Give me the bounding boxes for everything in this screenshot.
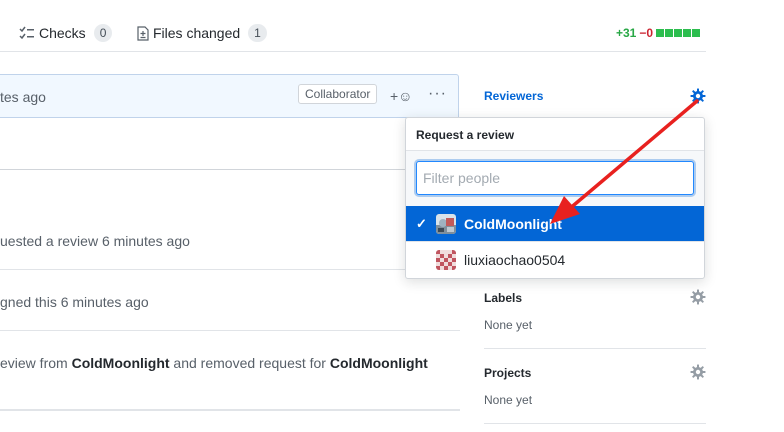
sidebar-divider bbox=[484, 423, 706, 424]
user-link[interactable]: ColdMoonlight bbox=[72, 355, 170, 371]
tab-files-count: 1 bbox=[248, 24, 267, 42]
reviewer-option-liuxiaochao0504[interactable]: liuxiaochao0504 bbox=[406, 242, 704, 277]
reviewers-heading[interactable]: Reviewers bbox=[484, 89, 543, 103]
reviewers-gear-icon[interactable] bbox=[690, 88, 706, 104]
comment-timestamp[interactable]: tes ago bbox=[0, 89, 46, 105]
timeline-end-divider bbox=[0, 409, 460, 411]
add-reaction-icon[interactable]: +☺ bbox=[390, 88, 412, 104]
avatar bbox=[436, 249, 456, 270]
timeline-divider bbox=[0, 330, 460, 331]
timeline-review-removed: eview from ColdMoonlight and removed req… bbox=[0, 355, 428, 371]
projects-heading[interactable]: Projects bbox=[484, 366, 531, 380]
timeline-text: and removed request for bbox=[169, 355, 330, 371]
labels-gear-icon[interactable] bbox=[690, 289, 706, 305]
labels-heading[interactable]: Labels bbox=[484, 291, 522, 305]
check-icon: ✓ bbox=[416, 215, 427, 231]
tab-checks[interactable]: Checks 0 bbox=[19, 24, 113, 42]
comment-header: tes ago Collaborator +☺ ··· bbox=[0, 74, 459, 118]
reviewer-option-coldmoonlight[interactable]: ✓ ColdMoonlight bbox=[406, 206, 704, 241]
tab-files-changed[interactable]: Files changed 1 bbox=[137, 24, 267, 42]
timeline-divider bbox=[0, 269, 460, 270]
diffstat-blocks bbox=[656, 29, 701, 37]
reviewer-name: liuxiaochao0504 bbox=[464, 251, 566, 268]
user-link[interactable]: ColdMoonlight bbox=[330, 355, 428, 371]
timeline-assigned: gned this 6 minutes ago bbox=[0, 294, 149, 310]
reviewer-name: ColdMoonlight bbox=[464, 215, 562, 232]
avatar bbox=[436, 213, 456, 234]
tab-checks-label: Checks bbox=[39, 25, 86, 41]
labels-value: None yet bbox=[484, 318, 533, 332]
diff-deletions: −0 bbox=[639, 26, 654, 40]
filter-people-input[interactable] bbox=[416, 161, 694, 195]
request-review-dropdown: Request a review ✓ ColdMoonlight bbox=[405, 117, 705, 279]
dropdown-title: Request a review bbox=[416, 128, 515, 142]
pr-tabs-bar: Checks 0 Files changed 1 +31 −0 bbox=[0, 0, 706, 52]
sidebar-divider bbox=[484, 348, 706, 349]
tab-files-label: Files changed bbox=[153, 25, 241, 41]
projects-value: None yet bbox=[484, 393, 533, 407]
projects-gear-icon[interactable] bbox=[690, 364, 706, 380]
diffstat: +31 −0 bbox=[616, 26, 701, 40]
checklist-icon bbox=[19, 26, 34, 40]
timeline-review-requested: uested a review 6 minutes ago bbox=[0, 233, 190, 249]
tab-checks-count: 0 bbox=[93, 24, 113, 42]
file-diff-icon bbox=[137, 25, 149, 41]
more-options-icon[interactable]: ··· bbox=[428, 85, 447, 103]
collaborator-badge: Collaborator bbox=[298, 84, 378, 104]
comment-body bbox=[0, 117, 459, 170]
diff-additions: +31 bbox=[616, 26, 637, 40]
timeline-text: eview from bbox=[0, 355, 72, 371]
